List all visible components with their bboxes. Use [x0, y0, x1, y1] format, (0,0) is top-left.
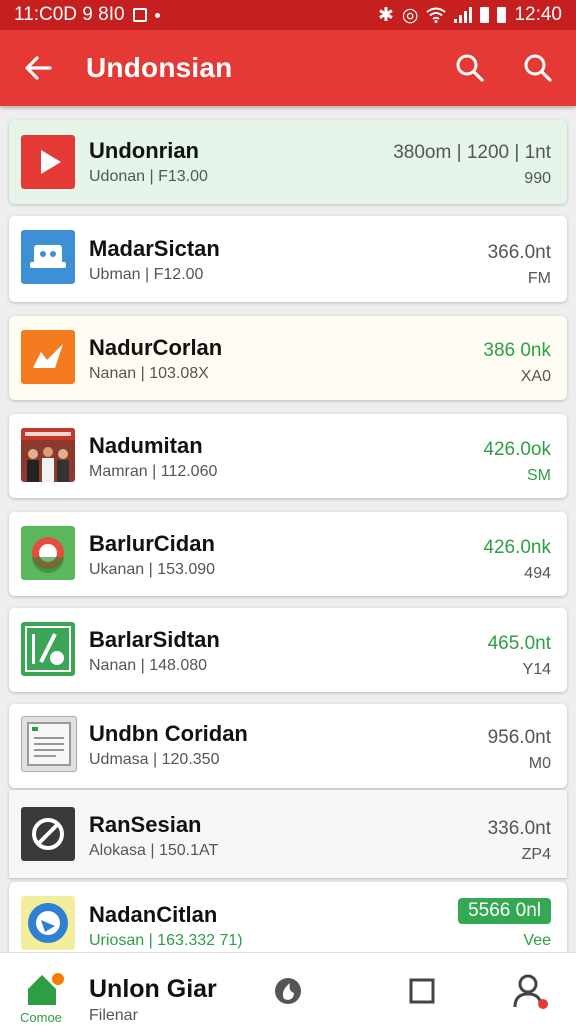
item-subtitle: Ubman | F12.00: [89, 266, 204, 283]
compass-icon: [21, 896, 75, 950]
alarm-icon: ◎: [401, 4, 419, 26]
item-tag: FM: [527, 270, 551, 287]
arrow-left-icon: [25, 56, 52, 80]
item-size: 366.0nt: [487, 242, 551, 263]
item-tag: XA0: [520, 368, 551, 385]
list-item[interactable]: BarlarSidtan Nanan | 148.080 465.0nt Y14: [9, 608, 567, 692]
document-icon: [21, 716, 77, 772]
item-subtitle: Nanan | 148.080: [89, 657, 208, 674]
item-subtitle: Nanan | 103.08X: [89, 365, 209, 382]
search-button-2[interactable]: [518, 48, 558, 88]
item-tag: 494: [524, 565, 551, 582]
list-item[interactable]: Undonrian Udonan | F13.00 380om | 1200 |…: [9, 120, 567, 204]
home-icon: [28, 973, 64, 1005]
item-size: 380om | 1200 | 1nt: [393, 142, 551, 163]
nav-subtitle: Filenar: [89, 1007, 138, 1024]
item-tag: 990: [524, 170, 551, 187]
bluetooth-icon: ✱: [377, 4, 394, 26]
item-name: NadanCitlan: [89, 902, 218, 927]
notification-icon: [132, 8, 147, 22]
wifi-icon: [426, 7, 447, 23]
item-tag: Y14: [522, 661, 551, 678]
item-name: Nadumitan: [89, 433, 203, 458]
status-bar: 11:C0D 9 8I0 ✱ ◎ 12:40: [0, 0, 576, 30]
nav-home[interactable]: [22, 969, 66, 1009]
item-name: RanSesian: [89, 812, 202, 837]
robot-icon: [21, 230, 75, 284]
list-item[interactable]: Undbn Coridan Udmasa | 120.350 956.0nt M…: [9, 704, 567, 788]
battery-icon-2: [497, 7, 507, 23]
item-tag: ZP4: [521, 846, 551, 863]
nav-home-label: Comoe: [20, 1010, 62, 1025]
slash-logo-icon: [21, 807, 75, 861]
item-subtitle: Ukanan | 153.090: [89, 561, 216, 578]
play-icon: [21, 135, 75, 189]
list-item[interactable]: RanSesian Alokasa | 150.1AT 336.0nt ZP4: [9, 790, 567, 878]
signal-icon: [454, 7, 473, 23]
nav-explore[interactable]: [270, 973, 306, 1009]
person-icon: [513, 974, 548, 1009]
item-subtitle: Alokasa | 150.1AT: [89, 842, 219, 859]
item-name: BarlurCidan: [89, 531, 215, 556]
item-size: 336.0nt: [487, 818, 551, 839]
bottom-navigation: Comoe Unlon Giar Filenar: [0, 952, 576, 1025]
item-name: MadarSictan: [89, 236, 220, 261]
list-item[interactable]: MadarSictan Ubman | F12.00 366.0nt FM: [9, 216, 567, 302]
item-size: 426.0ok: [483, 439, 551, 460]
status-time: 12:40: [514, 4, 562, 25]
search-icon: [524, 54, 552, 82]
search-button[interactable]: [450, 48, 490, 88]
browser-icon: [21, 526, 75, 580]
back-button[interactable]: [18, 48, 58, 88]
movie-poster-icon: [21, 428, 75, 482]
item-name: Undbn Coridan: [89, 721, 248, 746]
battery-icon: [480, 7, 490, 23]
bird-icon: [21, 330, 75, 384]
item-subtitle: Udonan | F13.00: [89, 168, 208, 185]
flame-icon: [275, 978, 301, 1004]
item-name: BarlarSidtan: [89, 627, 220, 652]
status-left: 11:C0D 9 8I0: [14, 4, 160, 26]
square-icon: [409, 978, 435, 1004]
list-item[interactable]: BarlurCidan Ukanan | 153.090 426.0nk 494: [9, 512, 567, 596]
item-name: Undonrian: [89, 138, 199, 163]
status-left-text: 11:C0D 9 8I0: [14, 4, 125, 25]
item-subtitle: Uriosan | 163.332 71): [89, 932, 243, 949]
app-bar: Undonsian: [0, 30, 576, 106]
item-tag: Vee: [523, 932, 551, 949]
item-subtitle: Udmasa | 120.350: [89, 751, 220, 768]
item-size: 426.0nk: [483, 537, 551, 558]
item-size-badge: 5566 0nl: [458, 898, 551, 924]
nav-library[interactable]: [404, 973, 440, 1009]
nav-profile[interactable]: [510, 971, 550, 1011]
search-icon: [456, 54, 484, 82]
item-tag: SM: [527, 467, 551, 484]
item-name: NadurCorlan: [89, 335, 223, 360]
item-tag: M0: [528, 755, 551, 772]
leaf-icon: [21, 622, 75, 676]
list-item[interactable]: Nadumitan Mamran | 112.060 426.0ok SM: [9, 414, 567, 498]
app-title: Undonsian: [86, 52, 233, 83]
list-item[interactable]: NadurCorlan Nanan | 103.08X 386 0nk XA0: [9, 316, 567, 400]
item-size: 956.0nt: [487, 727, 551, 748]
item-size: 386 0nk: [483, 340, 551, 361]
item-subtitle: Mamran | 112.060: [89, 463, 218, 480]
notification-dot-icon: [154, 12, 160, 18]
item-size: 465.0nt: [487, 633, 551, 654]
nav-title: Unlon Giar: [89, 975, 217, 1003]
status-right: ✱ ◎ 12:40: [378, 4, 562, 27]
